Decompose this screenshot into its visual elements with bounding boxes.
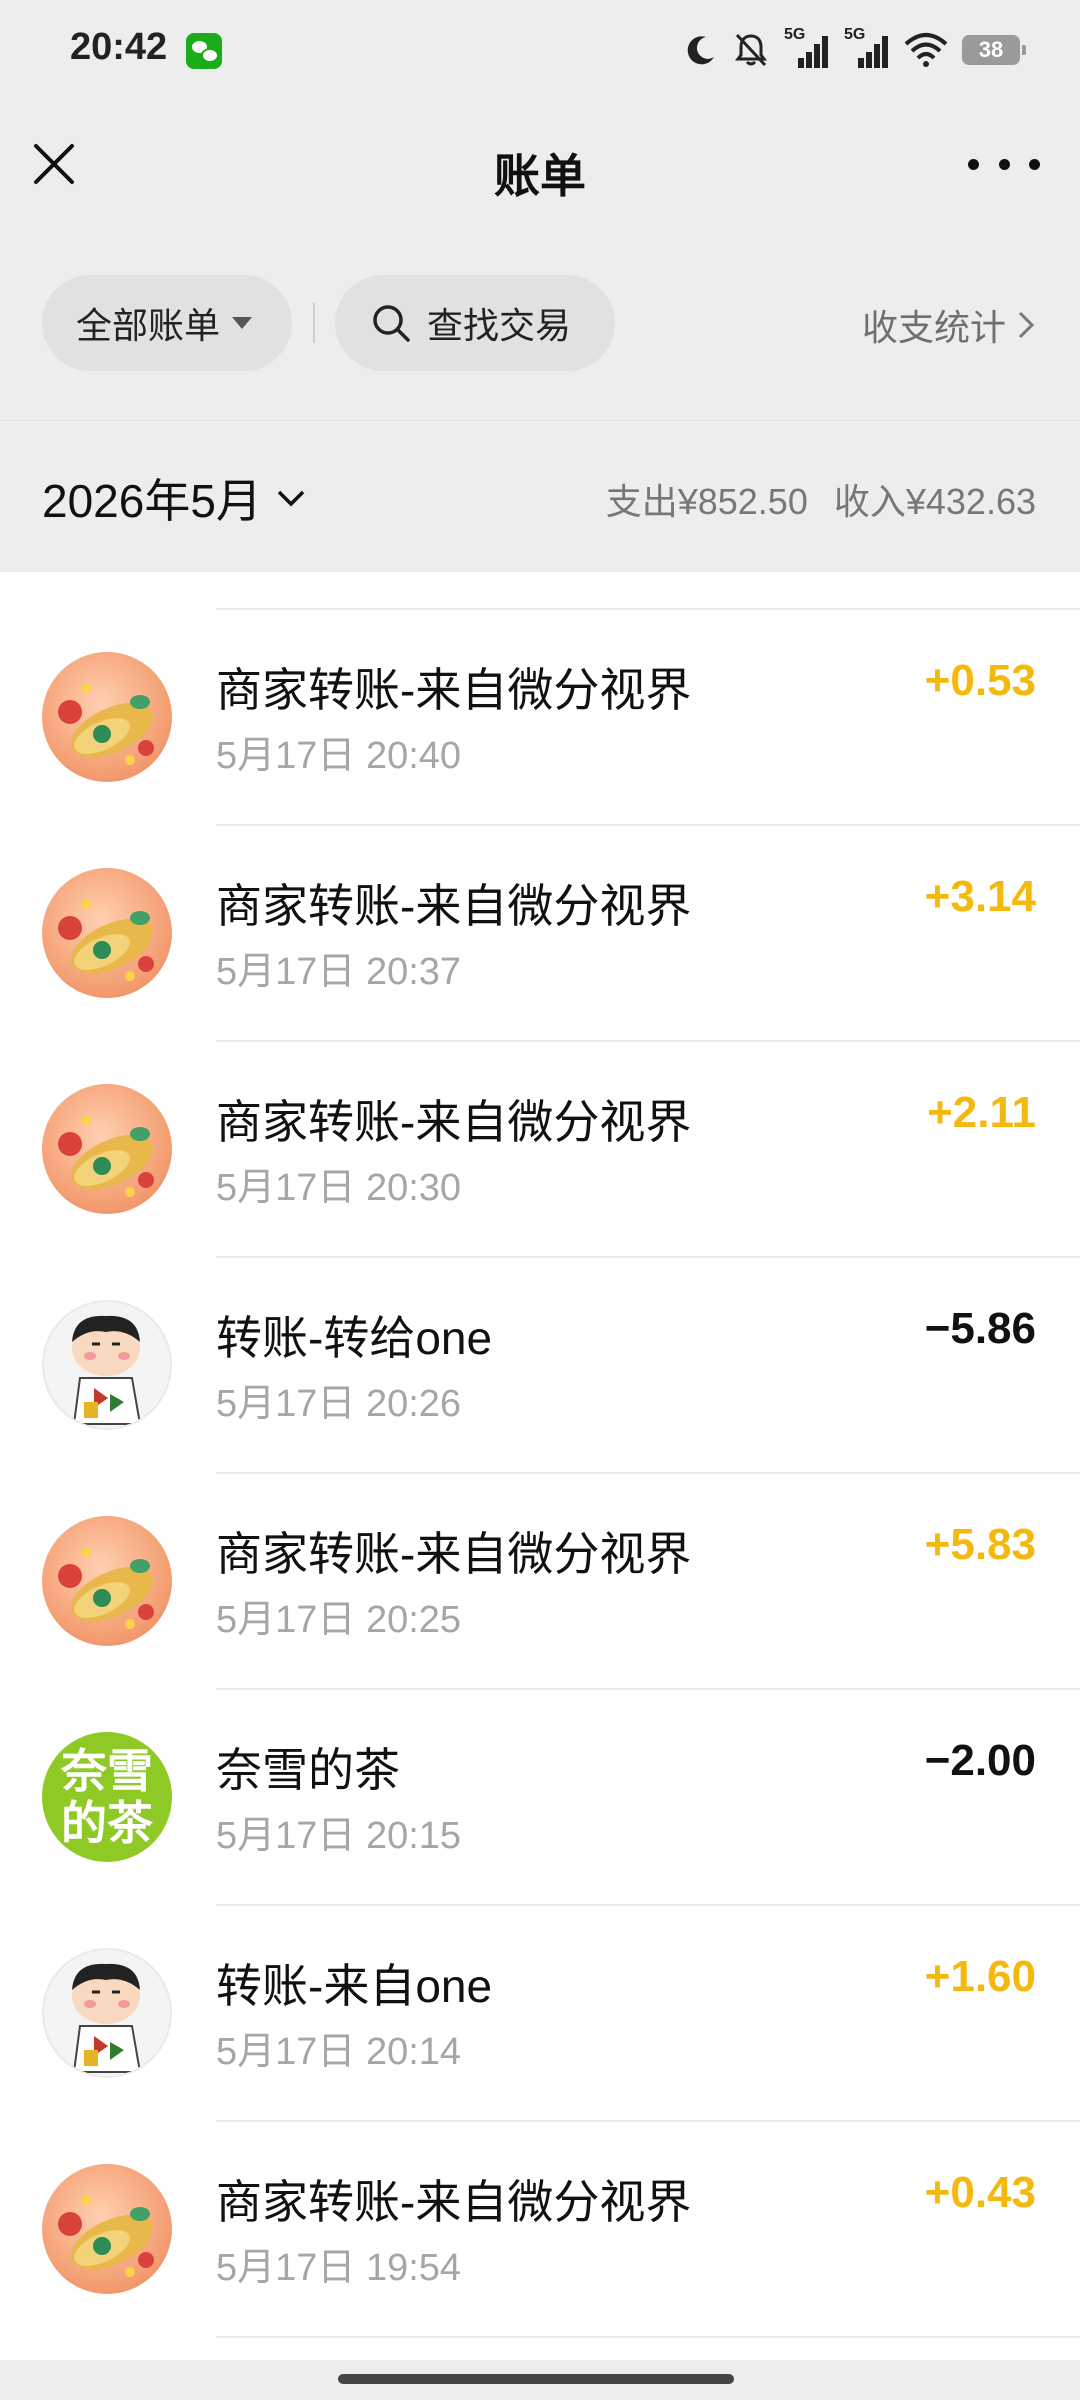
transaction-title: 奈雪的茶 <box>216 1744 400 1796</box>
mute-bell-icon <box>735 33 767 67</box>
transaction-title: 商家转账-来自微分视界 <box>216 1528 692 1580</box>
logo-text-line: 奈雪 <box>61 1745 153 1797</box>
transaction-title: 转账-来自one <box>216 1960 493 2012</box>
divider <box>216 2336 1080 2338</box>
search-label: 查找交易 <box>427 305 572 346</box>
transaction-amount: +1.60 <box>924 1952 1036 2001</box>
transaction-title: 商家转账-来自微分视界 <box>216 1096 692 1148</box>
transaction-title: 商家转账-来自微分视界 <box>216 664 692 716</box>
transaction-row[interactable]: 商家转账-来自微分视界 5月17日 20:25 +5.83 <box>0 1474 1080 1690</box>
income-expense-stats-link[interactable]: 收支统计 <box>862 299 1036 351</box>
filter-row: 全部账单 查找交易 收支统计 <box>0 275 1080 375</box>
search-icon <box>373 305 410 342</box>
moon-icon <box>687 36 714 65</box>
merchant-avatar <box>42 1516 172 1646</box>
chevron-down-icon <box>277 490 305 507</box>
cartoon-avatar <box>42 1948 172 2078</box>
status-icons: 5G 5G 38 <box>684 26 1026 72</box>
transaction-time: 5月17日 20:15 <box>216 1815 462 1857</box>
more-dot <box>968 158 979 170</box>
transaction-title: 商家转账-来自微分视界 <box>216 2176 692 2228</box>
page-title: 账单 <box>494 150 586 202</box>
chevron-right-icon <box>1018 311 1035 339</box>
month-label: 2026年5月 <box>42 475 262 527</box>
cartoon-avatar <box>42 1300 172 1430</box>
month-summary: 支出¥852.50 收入¥432.63 <box>606 473 1036 525</box>
home-indicator[interactable] <box>338 2374 734 2384</box>
transaction-row[interactable]: 商家转账-来自微分视界 5月17日 19:54 +0.43 <box>0 2122 1080 2338</box>
transaction-row[interactable]: 商家转账-来自微分视界 5月17日 20:30 +2.11 <box>0 1042 1080 1258</box>
transaction-title: 转账-转给one <box>216 1312 493 1364</box>
caret-down-icon <box>232 317 253 329</box>
home-area <box>0 2360 1080 2400</box>
nayuki-logo: 奈雪 的茶 <box>42 1732 172 1862</box>
all-bills-filter-button[interactable]: 全部账单 <box>42 275 292 371</box>
transaction-row[interactable]: 商家转账-来自微分视界 5月17日 20:37 +3.14 <box>0 826 1080 1042</box>
transaction-amount: +0.43 <box>924 2168 1036 2217</box>
month-selector[interactable]: 2026年5月 <box>42 465 306 531</box>
wechat-icon <box>186 33 222 69</box>
more-icon[interactable] <box>968 144 1040 184</box>
more-dot <box>1029 158 1040 170</box>
merchant-avatar <box>42 868 172 998</box>
transaction-row[interactable]: 商家转账-来自微分视界 5月17日 20:40 +0.53 <box>0 610 1080 826</box>
transaction-amount: +0.53 <box>924 656 1036 705</box>
transaction-time: 5月17日 20:30 <box>216 1167 462 1209</box>
merchant-avatar <box>42 2164 172 2294</box>
transaction-list: 商家转账-来自微分视界 5月17日 20:40 +0.53 商家转账-来自微分视界 5月… <box>0 572 1080 2360</box>
transaction-time: 5月17日 20:14 <box>216 2031 462 2073</box>
nav-bar: 账单 <box>0 100 1080 240</box>
transaction-amount: +3.14 <box>924 872 1036 921</box>
transaction-amount: −2.00 <box>924 1736 1036 1785</box>
transaction-amount: +5.83 <box>924 1520 1036 1569</box>
battery-level: 38 <box>978 37 1004 62</box>
transaction-amount: +2.11 <box>927 1088 1036 1137</box>
transaction-row[interactable]: 奈雪 的茶 奈雪的茶 5月17日 20:15 −2.00 <box>0 1690 1080 1906</box>
merchant-avatar <box>42 652 172 782</box>
transaction-time: 5月17日 20:40 <box>216 735 462 777</box>
transaction-time: 5月17日 20:37 <box>216 951 462 993</box>
month-header: 2026年5月 支出¥852.50 收入¥432.63 <box>0 420 1080 573</box>
transaction-row[interactable]: 转账-转给one 5月17日 20:26 −5.86 <box>0 1258 1080 1474</box>
signal-icon: 5G <box>784 26 830 70</box>
transaction-time: 5月17日 20:26 <box>216 1383 462 1425</box>
income-total: 收入¥432.63 <box>833 481 1036 522</box>
stats-label: 收支统计 <box>861 307 1006 348</box>
status-bar: 20:42 5G 5G 38 <box>0 0 1080 100</box>
divider <box>313 303 315 343</box>
merchant-avatar <box>42 1084 172 1214</box>
logo-text-line: 的茶 <box>61 1797 153 1849</box>
wifi-icon <box>904 33 948 67</box>
transaction-row[interactable]: 转账-来自one 5月17日 20:14 +1.60 <box>0 1906 1080 2122</box>
transaction-amount: −5.86 <box>924 1304 1036 1353</box>
status-time: 20:42 <box>70 26 168 68</box>
expense-total: 支出¥852.50 <box>605 481 808 522</box>
all-bills-label: 全部账单 <box>76 305 221 346</box>
signal-icon: 5G <box>844 26 890 70</box>
transaction-time: 5月17日 19:54 <box>216 2247 462 2289</box>
transaction-title: 商家转账-来自微分视界 <box>216 880 692 932</box>
battery-icon: 38 <box>962 35 1026 65</box>
transaction-time: 5月17日 20:25 <box>216 1599 462 1641</box>
more-dot <box>998 158 1010 170</box>
search-transactions-button[interactable]: 查找交易 <box>335 275 615 371</box>
